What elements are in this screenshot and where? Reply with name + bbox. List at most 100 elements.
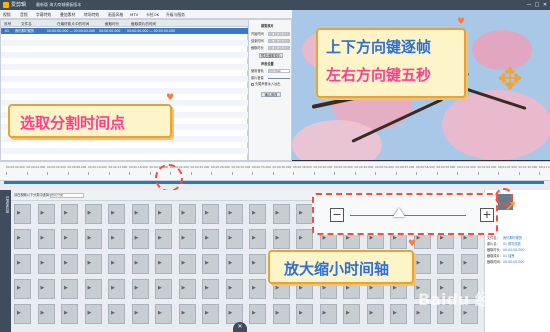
clip-thumbnail-cell[interactable]: ▶: [37, 204, 55, 224]
clip-thumbnail-cell[interactable]: ▶: [390, 304, 407, 324]
clip-thumbnail-cell[interactable]: ▶: [14, 279, 31, 299]
clip-thumbnail-cell[interactable]: ▶: [225, 279, 243, 299]
clip-thumbnail-cell[interactable]: ▶: [155, 279, 172, 299]
clip-thumbnail-cell[interactable]: ▶: [178, 204, 196, 224]
clip-thumbnail-cell[interactable]: ▶: [202, 204, 219, 224]
clip-thumbnail-cell[interactable]: ▶: [178, 279, 196, 299]
clip-thumbnail-cell[interactable]: ▶: [249, 279, 266, 299]
clip-thumbnail-cell[interactable]: ▶: [437, 254, 454, 274]
preview-trim-button[interactable]: 预览/截取原片: [259, 53, 283, 58]
clip-thumbnail-cell[interactable]: ▶: [37, 279, 55, 299]
end-time-input[interactable]: 00:00:00.000: [268, 39, 290, 43]
clip-thumbnail-cell[interactable]: ▶: [108, 204, 125, 224]
clip-thumbnail-cell[interactable]: ▶: [202, 254, 219, 274]
expand-icon[interactable]: ✕: [233, 322, 247, 332]
clip-thumbnail-cell[interactable]: ▶: [108, 254, 125, 274]
clip-thumbnail-cell[interactable]: ▶: [249, 304, 266, 324]
maximize-button[interactable]: □: [534, 2, 540, 8]
clip-thumbnail-cell[interactable]: ▶: [84, 304, 102, 324]
close-button[interactable]: ✕: [542, 2, 548, 8]
clip-thumbnail-cell[interactable]: ▶: [84, 254, 102, 274]
clip-thumbnail-cell[interactable]: ▶: [272, 304, 290, 324]
minimize-button[interactable]: —: [526, 2, 532, 8]
clip-thumbnail-cell[interactable]: ▶: [61, 279, 78, 299]
clip-thumbnail-cell[interactable]: ▶: [272, 204, 290, 224]
clip-thumbnail-cell[interactable]: ▶: [202, 304, 219, 324]
clip-thumbnail-cell[interactable]: ▶: [460, 254, 478, 274]
clip-thumbnail-cell[interactable]: ▶: [178, 229, 196, 249]
clip-thumbnail-cell[interactable]: ▶: [178, 304, 196, 324]
clip-thumbnail-cell[interactable]: ▶: [343, 304, 360, 324]
zoom-slider-track[interactable]: [350, 215, 466, 216]
clip-thumbnail-cell[interactable]: ▶: [319, 304, 337, 324]
tab-karaoke[interactable]: 卡拉OK: [146, 11, 159, 18]
volume-slider[interactable]: [268, 78, 290, 79]
clip-thumbnail-cell[interactable]: ▶: [61, 304, 78, 324]
clip-thumbnail-cell[interactable]: ▶: [155, 229, 172, 249]
clip-category-select[interactable]: 所有分类: [50, 193, 84, 198]
clip-thumbnail-cell[interactable]: ▶: [249, 204, 266, 224]
tab-transition[interactable]: 转场特效: [84, 11, 99, 18]
clip-thumbnail-cell[interactable]: ▶: [131, 279, 149, 299]
clip-thumbnail-cell[interactable]: ▶: [249, 254, 266, 274]
clip-thumbnail-cell[interactable]: ▶: [296, 304, 313, 324]
clip-thumbnail-cell[interactable]: ▶: [108, 279, 125, 299]
zoom-in-button[interactable]: +: [480, 208, 494, 222]
clip-thumbnail-cell[interactable]: ▶: [37, 229, 55, 249]
clip-thumbnail-cell[interactable]: ▶: [249, 229, 266, 249]
clip-thumbnail-cell[interactable]: ▶: [61, 254, 78, 274]
timeline-progress[interactable]: [4, 181, 544, 184]
clip-thumbnail-cell[interactable]: ▶: [296, 204, 313, 224]
clip-thumbnail-cell[interactable]: ▶: [202, 279, 219, 299]
clip-thumbnail-cell[interactable]: ▶: [14, 204, 31, 224]
clip-thumbnail-cell[interactable]: ▶: [84, 204, 102, 224]
tab-upgrade[interactable]: 升级与服务: [166, 11, 185, 18]
tab-audio[interactable]: 音频: [20, 11, 28, 18]
clip-thumbnail-cell[interactable]: ▶: [84, 279, 102, 299]
clip-thumbnail-cell[interactable]: ▶: [413, 254, 431, 274]
clip-thumbnail-cell[interactable]: ▶: [155, 304, 172, 324]
clip-thumbnail-cell[interactable]: ▶: [155, 204, 172, 224]
tab-mtv[interactable]: MTV: [130, 11, 138, 18]
clip-thumbnail-cell[interactable]: ▶: [37, 304, 55, 324]
clip-thumbnail-cell[interactable]: ▶: [225, 304, 243, 324]
tab-subtitle[interactable]: 字幕特效: [36, 11, 51, 18]
clip-thumbnail-cell[interactable]: ▶: [225, 229, 243, 249]
clip-thumbnail-cell[interactable]: ▶: [131, 204, 149, 224]
clip-thumbnail-cell[interactable]: ▶: [178, 254, 196, 274]
clip-thumbnail-cell[interactable]: ▶: [296, 229, 313, 249]
clip-thumbnail-cell[interactable]: ▶: [14, 229, 31, 249]
clip-thumbnail-cell[interactable]: ▶: [37, 254, 55, 274]
clip-thumbnail-cell[interactable]: ▶: [84, 229, 102, 249]
clip-thumbnail-cell[interactable]: ▶: [14, 254, 31, 274]
clip-thumbnail-cell[interactable]: ▶: [131, 229, 149, 249]
confirm-button[interactable]: 确认修改: [261, 92, 281, 97]
play-arrow-icon: ▶: [416, 235, 421, 241]
clip-thumbnail-cell[interactable]: ▶: [61, 229, 78, 249]
sound-select[interactable]: 原片音轨: [268, 69, 290, 73]
start-time-input[interactable]: 00:00:00.000: [268, 32, 290, 36]
clip-thumbnail-cell[interactable]: ▶: [225, 204, 243, 224]
clip-thumbnail-cell[interactable]: ▶: [108, 229, 125, 249]
clip-thumbnail-cell[interactable]: ▶: [131, 254, 149, 274]
tab-style[interactable]: 画面风格: [108, 11, 123, 18]
clip-thumbnail-cell[interactable]: ▶: [108, 304, 125, 324]
clip-thumbnail-cell[interactable]: ▶: [155, 254, 172, 274]
clip-thumbnail-cell[interactable]: ▶: [14, 304, 31, 324]
zoom-slider-thumb[interactable]: [392, 208, 405, 217]
table-row-selected[interactable]: 01 我们那时候的 00:00:00.000 — 00:00:00.000 00…: [1, 28, 249, 34]
clip-thumbnail-cell[interactable]: ▶: [61, 204, 78, 224]
tab-overlay[interactable]: 叠加素材: [60, 11, 75, 18]
clip-thumbnail-cell[interactable]: ▶: [225, 254, 243, 274]
title-menu[interactable]: 最新版 海大商城模板版本: [36, 1, 81, 9]
duration-input[interactable]: 00:00:00.000: [268, 46, 290, 50]
zoom-out-button[interactable]: −: [330, 208, 344, 222]
play-arrow-icon: ▶: [416, 260, 421, 266]
tab-video[interactable]: 视频: [3, 11, 11, 18]
clip-thumbnail-cell[interactable]: ▶: [202, 229, 219, 249]
clip-thumbnail-cell[interactable]: ▶: [366, 304, 384, 324]
clip-thumbnail-cell[interactable]: ▶: [131, 304, 149, 324]
timeline-ruler[interactable]: 00:00:00.000 00:00:02.000 00:00:05.000 00:0…: [0, 161, 550, 181]
fade-checkbox[interactable]: [251, 83, 254, 86]
clip-thumbnail-cell[interactable]: ▶: [272, 229, 290, 249]
